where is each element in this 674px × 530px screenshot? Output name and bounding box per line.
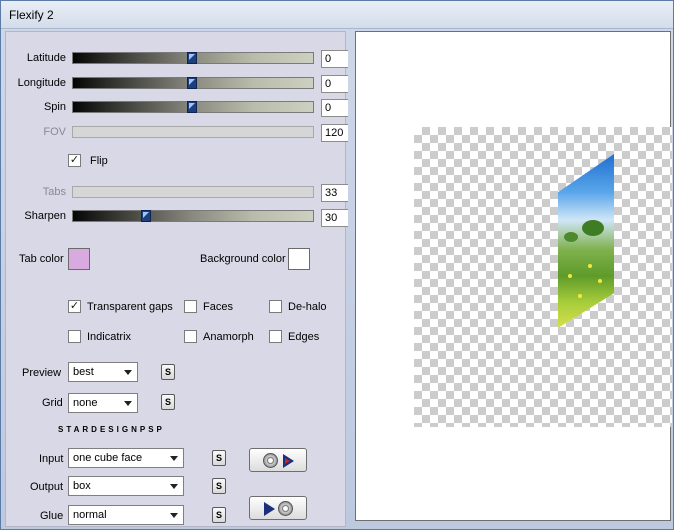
- de-halo-label: De-halo: [288, 301, 327, 313]
- disc-icon: [263, 453, 278, 468]
- glue-dropdown[interactable]: normal: [68, 505, 184, 525]
- chevron-down-icon: [170, 484, 178, 489]
- input-value: one cube face: [73, 452, 143, 464]
- slider-thumb-icon[interactable]: [187, 101, 197, 113]
- flower-shape: [588, 264, 592, 268]
- window-title: Flexify 2: [9, 8, 54, 22]
- checkmark-icon: ✓: [69, 154, 80, 166]
- glue-value: normal: [73, 509, 107, 521]
- faces-checkbox[interactable]: [184, 300, 197, 313]
- edges-label: Edges: [288, 331, 320, 343]
- input-label: Input: [39, 453, 64, 465]
- preview-dropdown[interactable]: best: [68, 362, 138, 382]
- output-label: Output: [30, 481, 64, 493]
- grid-value: none: [73, 397, 98, 409]
- slider-thumb-icon[interactable]: [187, 52, 197, 64]
- longitude-label: Longitude: [17, 77, 66, 89]
- play-icon: [264, 502, 275, 516]
- chevron-down-icon: [170, 513, 178, 518]
- tabs-input: 33: [321, 184, 348, 202]
- transparent-background: [414, 127, 672, 427]
- grid-label: Grid: [42, 397, 63, 409]
- tabs-slider: [72, 186, 314, 198]
- anamorph-checkbox[interactable]: [184, 330, 197, 343]
- input-dropdown[interactable]: one cube face: [68, 448, 184, 468]
- tree-shape: [582, 220, 604, 236]
- spin-input[interactable]: 0: [321, 99, 348, 117]
- spin-slider[interactable]: [72, 101, 314, 113]
- indicatrix-checkbox[interactable]: [68, 330, 81, 343]
- load-input-image-button[interactable]: [249, 448, 307, 472]
- disc-icon: [278, 501, 293, 516]
- title-bar: Flexify 2: [1, 1, 673, 29]
- checkmark-icon: ✓: [69, 300, 80, 312]
- sharpen-slider[interactable]: [72, 210, 314, 222]
- flower-shape: [598, 279, 602, 283]
- flexify-window: Flexify 2 Latitude 0 Longitude 0 Spin 0 …: [0, 0, 674, 530]
- flower-shape: [568, 274, 572, 278]
- flower-shape: [578, 294, 582, 298]
- chevron-down-icon: [124, 370, 132, 375]
- faces-label: Faces: [203, 301, 233, 313]
- flip-label: Flip: [90, 155, 108, 167]
- controls-panel: Latitude 0 Longitude 0 Spin 0 FOV 120 ✓ …: [5, 31, 348, 527]
- background-color-label: Background color: [200, 253, 286, 265]
- chevron-down-icon: [124, 401, 132, 406]
- save-output-image-button[interactable]: [249, 496, 307, 520]
- latitude-slider[interactable]: [72, 52, 314, 64]
- grid-s-button[interactable]: S: [161, 394, 175, 410]
- sharpen-label: Sharpen: [24, 210, 66, 222]
- transparent-gaps-checkbox[interactable]: ✓: [68, 300, 81, 313]
- anamorph-label: Anamorph: [203, 331, 254, 343]
- tree-shape: [564, 232, 578, 242]
- transparent-gaps-label: Transparent gaps: [87, 301, 173, 313]
- fov-input: 120: [321, 124, 348, 142]
- brand-text: STARDESIGNPSP: [58, 425, 165, 434]
- tab-color-label: Tab color: [19, 253, 64, 265]
- background-color-swatch[interactable]: [288, 248, 310, 270]
- indicatrix-label: Indicatrix: [87, 331, 132, 343]
- longitude-slider[interactable]: [72, 77, 314, 89]
- input-s-button[interactable]: S: [212, 450, 226, 466]
- edges-checkbox[interactable]: [269, 330, 282, 343]
- sharpen-input[interactable]: 30: [321, 209, 348, 227]
- output-value: box: [73, 480, 91, 492]
- latitude-input[interactable]: 0: [321, 50, 348, 68]
- grid-dropdown[interactable]: none: [68, 393, 138, 413]
- preview-canvas[interactable]: [355, 31, 672, 521]
- fov-label: FOV: [43, 126, 66, 138]
- latitude-label: Latitude: [26, 52, 66, 64]
- fov-slider: [72, 126, 314, 138]
- slider-thumb-icon[interactable]: [187, 77, 197, 89]
- preview-s-button[interactable]: S: [161, 364, 175, 380]
- flip-checkbox[interactable]: ✓: [68, 154, 81, 167]
- tab-color-swatch[interactable]: [68, 248, 90, 270]
- preview-value: best: [73, 366, 94, 378]
- glue-s-button[interactable]: S: [212, 507, 226, 523]
- slider-thumb-icon[interactable]: [141, 210, 151, 222]
- output-s-button[interactable]: S: [212, 478, 226, 494]
- spin-label: Spin: [43, 101, 66, 113]
- preview-label: Preview: [22, 367, 62, 379]
- tabs-label: Tabs: [42, 186, 66, 198]
- output-dropdown[interactable]: box: [68, 476, 184, 496]
- glue-label: Glue: [40, 510, 64, 522]
- play-icon: [283, 454, 294, 468]
- de-halo-checkbox[interactable]: [269, 300, 282, 313]
- chevron-down-icon: [170, 456, 178, 461]
- longitude-input[interactable]: 0: [321, 75, 348, 93]
